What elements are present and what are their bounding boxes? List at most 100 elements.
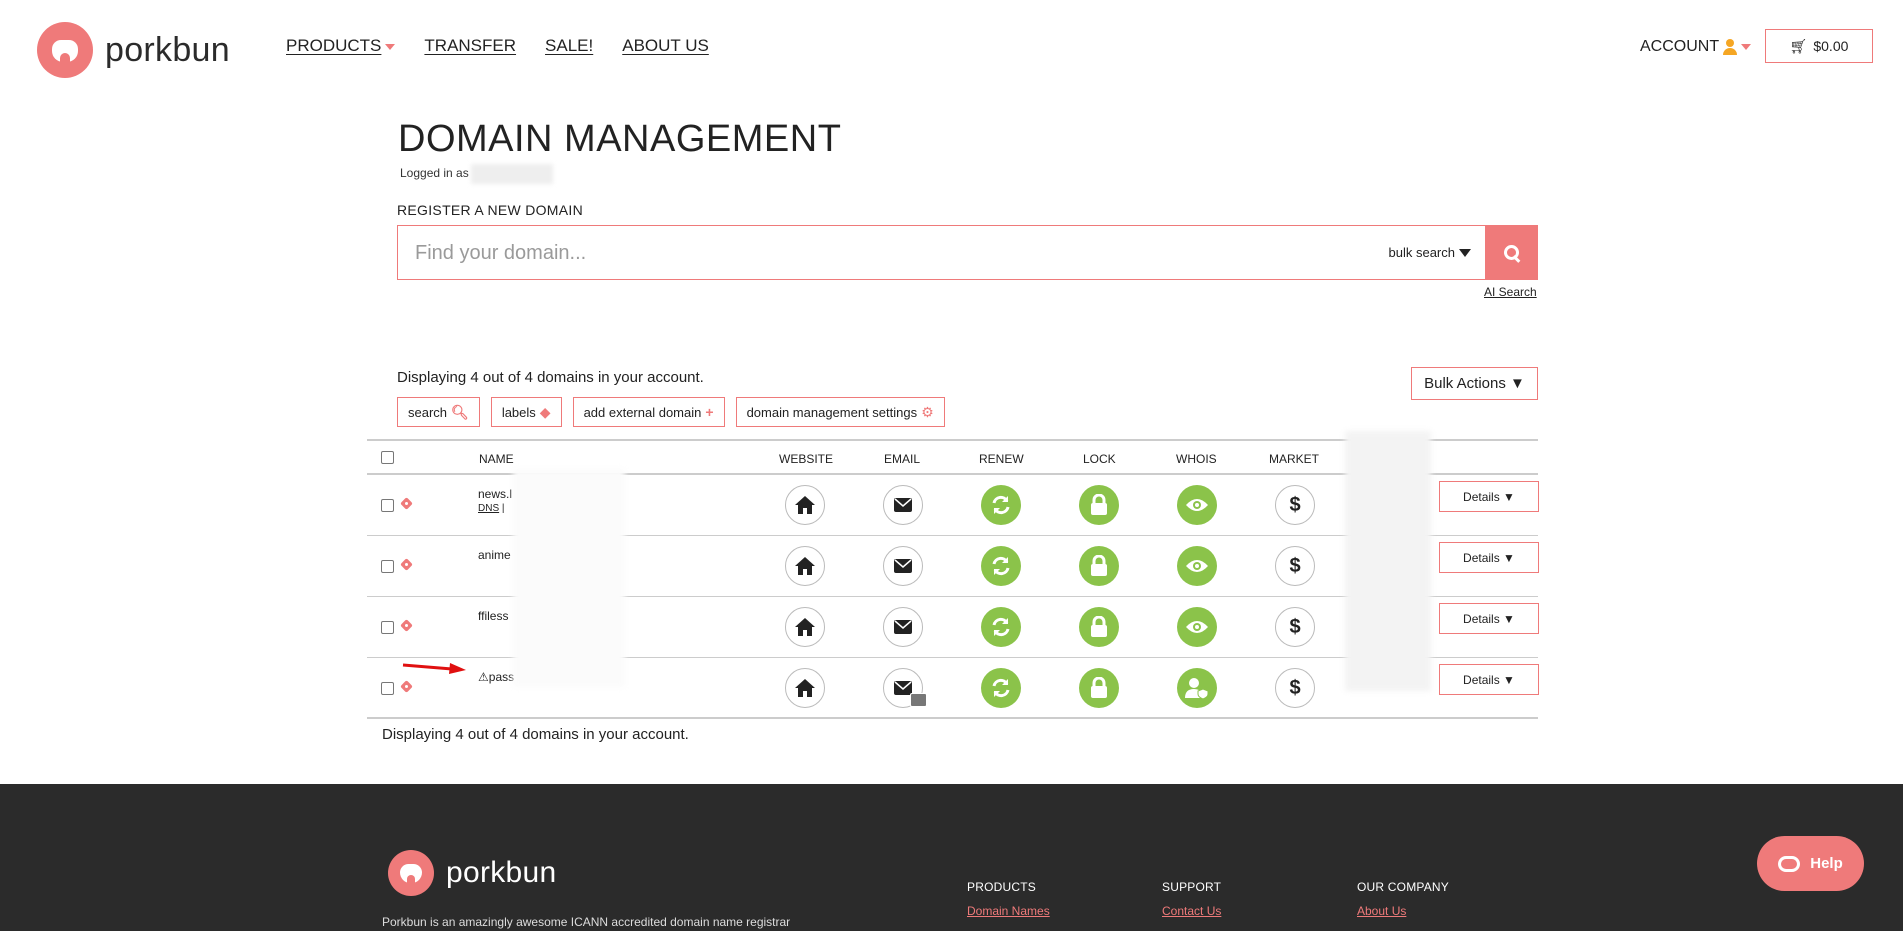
- row-checkbox[interactable]: [381, 621, 394, 634]
- whois-button[interactable]: [1177, 607, 1217, 647]
- cart-button[interactable]: 🛒︎ $0.00: [1765, 29, 1873, 63]
- tag-icon: ◆: [539, 403, 551, 420]
- domain-name[interactable]: news.l: [478, 487, 512, 501]
- bulk-search-toggle[interactable]: bulk search: [1389, 245, 1471, 260]
- dollar-icon: $: [1289, 554, 1301, 577]
- lock-button[interactable]: [1079, 668, 1119, 708]
- details-button[interactable]: Details ▼: [1439, 603, 1539, 634]
- website-button[interactable]: [785, 485, 825, 525]
- lock-button[interactable]: [1079, 546, 1119, 586]
- search-icon: 🔍︎: [451, 403, 469, 420]
- lock-button[interactable]: [1079, 607, 1119, 647]
- whois-button[interactable]: [1177, 485, 1217, 525]
- email-button[interactable]: [883, 668, 927, 708]
- email-button[interactable]: [883, 485, 923, 525]
- domain-name[interactable]: anime: [478, 548, 511, 562]
- plus-icon: +: [705, 404, 714, 420]
- help-button[interactable]: Help: [1757, 836, 1864, 891]
- search-tool-button[interactable]: search 🔍︎: [397, 397, 480, 427]
- lock-button[interactable]: [1079, 485, 1119, 525]
- dollar-icon: $: [1289, 615, 1301, 638]
- home-icon: [795, 557, 815, 575]
- select-all-checkbox[interactable]: [381, 451, 394, 464]
- website-button[interactable]: [785, 607, 825, 647]
- pig-logo-icon: [37, 22, 93, 78]
- domain-name[interactable]: ffiless: [478, 609, 508, 623]
- page-title: DOMAIN MANAGEMENT: [398, 118, 842, 160]
- redacted-expiry-column: [1345, 431, 1431, 691]
- domain-name-warning[interactable]: ⚠pass: [478, 670, 514, 684]
- nav-sale[interactable]: SALE!: [545, 36, 593, 56]
- domain-settings-button[interactable]: domain management settings ⚙: [735, 397, 945, 427]
- search-button[interactable]: [1486, 225, 1538, 280]
- eye-icon: [1186, 499, 1208, 511]
- brand-logo[interactable]: porkbun: [37, 22, 230, 78]
- row-checkbox[interactable]: [381, 499, 394, 512]
- footer-col-heading: PRODUCTS: [967, 880, 1036, 894]
- tag-icon[interactable]: [402, 621, 414, 633]
- email-button[interactable]: [883, 607, 923, 647]
- details-button[interactable]: Details ▼: [1439, 481, 1539, 512]
- cart-total: $0.00: [1813, 38, 1849, 54]
- labels-tool-button[interactable]: labels ◆: [490, 397, 562, 427]
- nav-products-label: PRODUCTS: [286, 36, 382, 55]
- add-external-domain-button[interactable]: add external domain +: [572, 397, 725, 427]
- nav-about-us[interactable]: ABOUT US: [622, 36, 709, 56]
- whois-button[interactable]: [1177, 668, 1217, 708]
- tag-icon[interactable]: [402, 499, 414, 511]
- details-button[interactable]: Details ▼: [1439, 542, 1539, 573]
- footer-col-company: OUR COMPANY About Us: [1357, 880, 1449, 918]
- chat-bubble-icon: [1778, 855, 1801, 872]
- row-checkbox[interactable]: [381, 682, 394, 695]
- renew-button[interactable]: [981, 607, 1021, 647]
- bulk-actions-button[interactable]: Bulk Actions ▼: [1411, 367, 1538, 400]
- renew-button[interactable]: [981, 668, 1021, 708]
- footer-link-contact-us[interactable]: Contact Us: [1162, 904, 1221, 918]
- redacted-username: [470, 164, 553, 184]
- dns-link[interactable]: DNS: [478, 503, 499, 514]
- footer-description: Porkbun is an amazingly awesome ICANN ac…: [382, 915, 791, 929]
- user-shield-icon: [1185, 678, 1209, 699]
- top-bar: porkbun PRODUCTS TRANSFER SALE! ABOUT US…: [0, 0, 1903, 100]
- home-icon: [795, 618, 815, 636]
- footer-brand-name: porkbun: [446, 856, 557, 889]
- footer-logo[interactable]: porkbun: [388, 850, 557, 896]
- footer-link-domain-names[interactable]: Domain Names: [967, 904, 1050, 918]
- envelope-icon: [894, 498, 912, 512]
- details-button[interactable]: Details ▼: [1439, 664, 1539, 695]
- renew-button[interactable]: [981, 485, 1021, 525]
- email-button[interactable]: [883, 546, 923, 586]
- website-button[interactable]: [785, 668, 825, 708]
- col-website: WEBSITE: [779, 452, 834, 466]
- add-external-label: add external domain: [583, 404, 702, 420]
- footer-col-heading: OUR COMPANY: [1357, 880, 1449, 894]
- row-checkbox[interactable]: [381, 560, 394, 573]
- footer-col-products: PRODUCTS Domain Names: [967, 880, 1050, 918]
- triangle-down-icon: [1459, 248, 1471, 257]
- lock-icon: [1091, 494, 1107, 515]
- domain-table: NAME WEBSITE EMAIL RENEW LOCK WHOIS MARK…: [367, 431, 1539, 719]
- lock-icon: [1091, 616, 1107, 637]
- home-icon: [795, 496, 815, 514]
- whois-button[interactable]: [1177, 546, 1217, 586]
- dollar-icon: $: [1289, 493, 1301, 516]
- redacted-domain-names: [513, 469, 625, 687]
- tag-icon[interactable]: [402, 682, 414, 694]
- renew-button[interactable]: [981, 546, 1021, 586]
- domain-search-input[interactable]: [415, 239, 1315, 267]
- nav-transfer[interactable]: TRANSFER: [424, 36, 516, 56]
- footer-link-about-us[interactable]: About Us: [1357, 904, 1449, 918]
- brand-name: porkbun: [105, 30, 230, 69]
- ai-search-link[interactable]: AI Search: [1484, 285, 1537, 299]
- nav-products[interactable]: PRODUCTS: [286, 36, 396, 56]
- market-button[interactable]: $: [1275, 485, 1315, 525]
- user-icon: [1723, 39, 1738, 55]
- account-menu[interactable]: ACCOUNT: [1640, 38, 1752, 56]
- tag-icon[interactable]: [402, 560, 414, 572]
- market-button[interactable]: $: [1275, 546, 1315, 586]
- website-button[interactable]: [785, 546, 825, 586]
- market-button[interactable]: $: [1275, 668, 1315, 708]
- refresh-icon: [992, 617, 1010, 637]
- market-button[interactable]: $: [1275, 607, 1315, 647]
- caret-down-icon: [385, 43, 396, 50]
